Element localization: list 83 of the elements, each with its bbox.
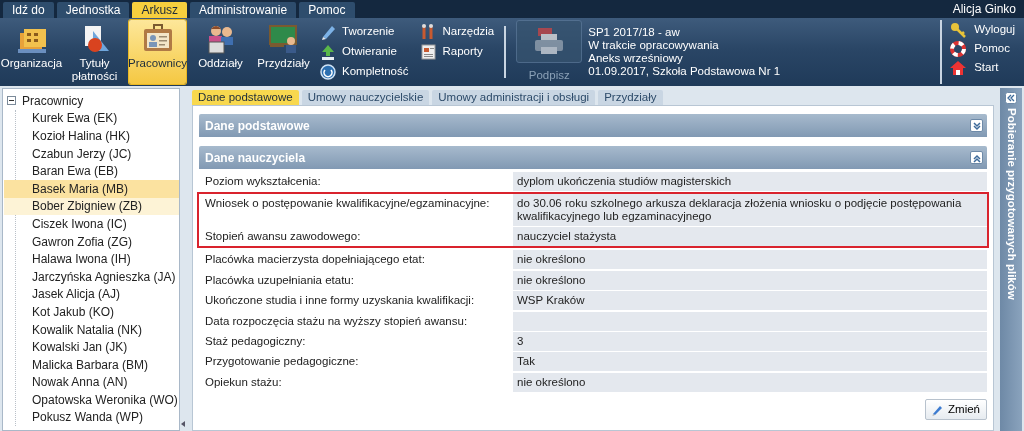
tree-item[interactable]: Pokusz Wanda (WP) [4, 408, 179, 427]
tree-item[interactable]: Basek Maria (MB) [4, 179, 179, 198]
tree-item[interactable]: Kot Jakub (KO) [4, 303, 179, 321]
field-label: Przygotowanie pedagogiczne: [205, 354, 360, 370]
info-line: SP1 2017/18 - aw [588, 26, 681, 39]
key-icon [950, 22, 967, 38]
info-line: W trakcie opracowywania [588, 39, 720, 52]
tree-item[interactable]: Nowak Anna (AN) [4, 373, 179, 392]
field-value: dyplom ukończenia studiów magisterskich [513, 172, 987, 191]
field-label: Placówka macierzysta dopełniającego etat: [205, 252, 426, 268]
menu-tab[interactable]: Jednostka [56, 2, 130, 18]
panel-title: Dane podstawowe [205, 117, 310, 135]
collapse-icon[interactable] [970, 151, 983, 164]
field-label: Placówka uzupełniania etatu: [205, 272, 355, 288]
tree-item[interactable]: Opatowska Weronika (WO) [4, 391, 179, 409]
header-button[interactable]: Pomoc [950, 41, 1015, 57]
tree-item[interactable]: Kowalski Jan (JK) [4, 338, 179, 356]
tree-item[interactable]: Gawron Zofia (ZG) [4, 232, 179, 251]
ribbon-button[interactable]: Tytuły płatności [66, 20, 123, 84]
header-button[interactable]: Start [950, 60, 1015, 76]
ribbon-button[interactable]: Organizacja [3, 20, 60, 84]
tab[interactable]: Dane podstawowe [192, 90, 299, 105]
field-label: Ukończone studia i inne formy uzyskania kwalifikacji: [205, 293, 476, 309]
collapse-arrow-icon[interactable] [181, 421, 185, 427]
menu-tab[interactable]: Administrowanie [190, 2, 297, 18]
tree-item[interactable]: Kozioł Halina (HK) [4, 127, 179, 145]
field-label: Data rozpoczęcia stażu na wyższy stopień awansu: [205, 313, 469, 329]
chalkboard-icon [267, 23, 300, 55]
tree-item[interactable]: Halawa Iwona (IH) [4, 250, 179, 268]
info-line: Aneks wrześniowy [588, 52, 684, 65]
tree-item[interactable]: Baran Ewa (EB) [4, 162, 179, 180]
upload-icon [320, 43, 337, 61]
field-label: Opiekun stażu: [205, 374, 283, 390]
tree-item[interactable]: Jarczyńska Agnieszka (JA) [4, 267, 179, 286]
edit-button[interactable]: Zmień [925, 399, 987, 421]
tree-item[interactable]: Kurek Ewa (EK) [4, 109, 179, 128]
field-value: do 30.06 roku szkolnego arkusza deklaracja złożenia wniosku o podjęcie postępowania kwalifikacyjnego lub egzaminacyjnego [513, 194, 987, 226]
report-icon [420, 43, 438, 61]
expand-left-icon [1005, 92, 1017, 104]
header-button[interactable]: Wyloguj [950, 22, 1015, 38]
ribbon-button[interactable]: Pracownicy [129, 20, 186, 84]
panel-title: Dane nauczyciela [205, 149, 306, 167]
field-value: nie określono [513, 372, 987, 392]
field-value: nauczyciel stażysta [513, 227, 987, 247]
collapse-icon[interactable] [7, 96, 16, 106]
tab[interactable]: Przydziały [598, 90, 663, 105]
field-value: Tak [513, 352, 987, 372]
tree-item[interactable]: Czabun Jerzy (JC) [4, 144, 179, 163]
menu-tab[interactable]: Idź do [3, 2, 54, 18]
pencil-icon [320, 23, 337, 41]
field-label: Stopień awansu zawodowego: [205, 229, 362, 245]
field-value: WSP Kraków [513, 291, 987, 311]
user-name: Alicja Ginko [952, 1, 1017, 18]
field-value: nie określono [513, 250, 987, 270]
toolbar-button[interactable]: Kompletność [320, 62, 409, 82]
tab[interactable]: Umowy administracji i obsługi [432, 90, 596, 105]
field-label: Staż pedagogiczny: [205, 333, 307, 349]
tree-item[interactable]: Malicka Barbara (BM) [4, 355, 179, 374]
tab[interactable]: Umowy nauczycielskie [301, 90, 430, 105]
tree-node[interactable]: Pracownicy [22, 91, 84, 110]
pencil-icon [932, 403, 945, 416]
toolbar-button[interactable]: Tworzenie [320, 22, 409, 42]
toolbar-button[interactable]: Narzędzia [420, 22, 495, 42]
power-circle-icon [320, 63, 337, 81]
field-label: Poziom wykształcenia: [205, 174, 322, 189]
ribbon-button[interactable]: Przydziały [255, 20, 312, 84]
home-icon [950, 60, 967, 76]
expand-icon[interactable] [970, 119, 983, 132]
info-line: 01.09.2017, Szkoła Podstawowa Nr 1 [588, 65, 781, 78]
ribbon-button[interactable]: Oddziały [192, 20, 249, 84]
tree-item[interactable]: Jasek Alicja (AJ) [4, 285, 179, 304]
lifebuoy-icon [950, 41, 967, 57]
field-value: 3 [513, 331, 987, 351]
field-value: nie określono [513, 270, 987, 290]
menu-tab[interactable]: Arkusz [132, 2, 188, 18]
toolbar-button[interactable]: Raporty [420, 42, 495, 62]
sign-label: Podpisz [528, 67, 570, 83]
tree-item[interactable]: Ciszek Iwona (IC) [4, 215, 179, 233]
panel-title: Pobieranie przygotowanych plików [1004, 108, 1019, 300]
menu-tab[interactable]: Pomoc [299, 2, 355, 18]
tree-item[interactable]: Kowalik Natalia (NK) [4, 320, 179, 339]
field-label: Wniosek o postępowanie kwalifikacyjne/egzaminacyjne: [205, 196, 491, 211]
toolbar-button[interactable]: Otwieranie [320, 42, 409, 62]
